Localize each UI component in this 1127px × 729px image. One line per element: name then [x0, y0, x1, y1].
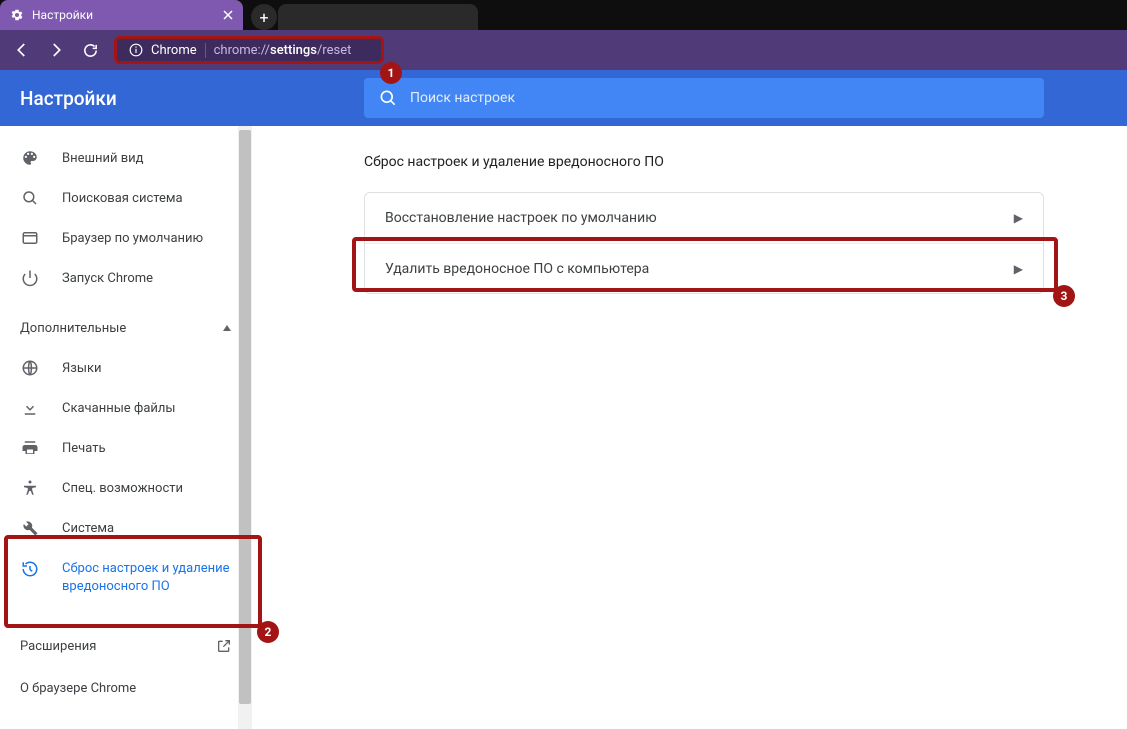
- scrollbar-thumb[interactable]: [239, 130, 251, 704]
- settings-search[interactable]: [364, 78, 1044, 118]
- back-button[interactable]: [8, 36, 36, 64]
- sidebar-item-appearance[interactable]: Внешний вид: [0, 138, 252, 178]
- sidebar-item-downloads[interactable]: Скачанные файлы: [0, 388, 252, 428]
- sidebar-item-label: Система: [62, 521, 114, 536]
- external-link-icon: [216, 638, 232, 654]
- search-icon: [378, 88, 398, 108]
- reload-button[interactable]: [76, 36, 104, 64]
- sidebar-item-system[interactable]: Система: [0, 508, 252, 548]
- tab-title: Настройки: [32, 8, 93, 22]
- forward-button[interactable]: [42, 36, 70, 64]
- sidebar-item-about[interactable]: О браузере Chrome: [0, 668, 252, 708]
- globe-icon: [20, 359, 40, 377]
- chevron-right-icon: ▶: [1014, 262, 1023, 276]
- settings-card: Восстановление настроек по умолчанию ▶ У…: [364, 192, 1044, 294]
- sidebar-item-extensions[interactable]: Расширения: [0, 626, 252, 666]
- settings-gear-icon: [10, 8, 24, 22]
- download-icon: [20, 399, 40, 417]
- tab-inactive[interactable]: [278, 4, 478, 30]
- sidebar-item-print[interactable]: Печать: [0, 428, 252, 468]
- omnibox-chip: Chrome: [151, 43, 206, 58]
- sidebar-item-startup[interactable]: Запуск Chrome: [0, 258, 252, 298]
- sidebar-item-label: Печать: [62, 441, 106, 456]
- callout-badge-3: 3: [1053, 285, 1075, 307]
- search-icon: [20, 189, 40, 207]
- plus-icon: +: [259, 8, 268, 27]
- sidebar-item-label: Языки: [62, 361, 102, 376]
- callout-badge-1: 1: [380, 62, 402, 84]
- power-icon: [20, 269, 40, 287]
- browser-toolbar: Chrome chrome://settings/reset: [0, 30, 1127, 70]
- sidebar-section-advanced[interactable]: Дополнительные: [0, 308, 252, 348]
- tab-strip: Настройки +: [0, 0, 1127, 30]
- page-title: Настройки: [0, 87, 252, 110]
- sidebar-item-default-browser[interactable]: Браузер по умолчанию: [0, 218, 252, 258]
- sidebar-item-label: Скачанные файлы: [62, 401, 176, 416]
- sidebar-item-label: Поисковая система: [62, 191, 183, 206]
- settings-search-input[interactable]: [410, 90, 1030, 106]
- settings-header: Настройки: [0, 70, 1127, 126]
- row-label: Удалить вредоносное ПО с компьютера: [385, 261, 649, 277]
- chevron-up-icon: [222, 323, 232, 333]
- new-tab-button[interactable]: +: [251, 4, 277, 30]
- settings-content: Сброс настроек и удаление вредоносного П…: [252, 126, 1127, 729]
- palette-icon: [20, 149, 40, 167]
- address-bar[interactable]: Chrome chrome://settings/reset: [114, 36, 384, 64]
- sidebar-item-accessibility[interactable]: Спец. возможности: [0, 468, 252, 508]
- accessibility-icon: [20, 479, 40, 497]
- sidebar-item-label: Запуск Chrome: [62, 271, 153, 286]
- sidebar-item-label: Внешний вид: [62, 151, 144, 166]
- tab-active[interactable]: Настройки: [0, 0, 243, 30]
- sidebar-item-label: Спец. возможности: [62, 481, 183, 496]
- sidebar-item-search-engine[interactable]: Поисковая система: [0, 178, 252, 218]
- print-icon: [20, 439, 40, 457]
- chevron-right-icon: ▶: [1014, 211, 1023, 225]
- scrollbar[interactable]: [238, 126, 252, 729]
- restore-icon: [20, 560, 40, 578]
- wrench-icon: [20, 519, 40, 537]
- browser-icon: [20, 229, 40, 247]
- callout-badge-2: 2: [257, 621, 279, 643]
- sidebar-item-label: Браузер по умолчанию: [62, 231, 203, 246]
- close-icon[interactable]: [223, 10, 233, 20]
- sidebar-item-languages[interactable]: Языки: [0, 348, 252, 388]
- row-cleanup[interactable]: Удалить вредоносное ПО с компьютера ▶: [365, 243, 1043, 293]
- section-title: Сброс настроек и удаление вредоносного П…: [364, 154, 1087, 170]
- sidebar-item-label: Сброс настроек и удаление вредоносного П…: [62, 560, 232, 596]
- sidebar-item-reset[interactable]: Сброс настроек и удаление вредоносного П…: [0, 548, 252, 608]
- omnibox-url: chrome://settings/reset: [214, 43, 352, 58]
- row-reset-defaults[interactable]: Восстановление настроек по умолчанию ▶: [365, 193, 1043, 243]
- site-info-icon[interactable]: [129, 43, 143, 57]
- settings-sidebar: Внешний вид Поисковая система Браузер по…: [0, 126, 252, 729]
- row-label: Восстановление настроек по умолчанию: [385, 210, 657, 226]
